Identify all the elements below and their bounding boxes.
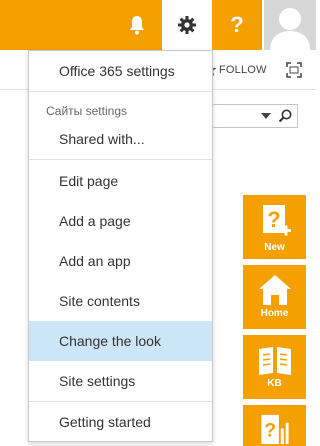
suite-bar: ? xyxy=(0,0,316,50)
search-scope-dropdown[interactable] xyxy=(261,113,271,119)
help-button[interactable]: ? xyxy=(212,0,262,50)
tile-new-label: New xyxy=(264,242,285,253)
menu-item-site-settings[interactable]: Site settings xyxy=(29,361,212,401)
menu-item-site-contents[interactable]: Site contents xyxy=(29,281,212,321)
menu-item-add-page[interactable]: Add a page xyxy=(29,201,212,241)
help-icon: ? xyxy=(230,12,244,37)
menu-item-label: Site contents xyxy=(59,293,140,309)
tile-stats[interactable]: ? xyxy=(243,405,306,446)
book-icon xyxy=(258,347,291,375)
bell-icon xyxy=(130,16,144,35)
new-question-icon: ? xyxy=(262,205,291,236)
follow-button[interactable]: FOLLOW xyxy=(204,64,267,76)
question-stats-icon: ? xyxy=(260,414,289,445)
search-input[interactable] xyxy=(200,104,298,128)
tile-home-label: Home xyxy=(260,308,289,319)
settings-menu: Office 365 settings Сайты settings Share… xyxy=(28,50,213,442)
menu-item-label: Change the look xyxy=(59,333,161,349)
tile-kb[interactable]: KB xyxy=(243,335,306,399)
follow-label: FOLLOW xyxy=(219,64,267,76)
menu-item-label: Office 365 settings xyxy=(59,63,175,79)
menu-item-shared-with[interactable]: Shared with... xyxy=(29,119,212,159)
home-icon xyxy=(258,275,291,305)
menu-item-add-app[interactable]: Add an app xyxy=(29,241,212,281)
suite-bar-background xyxy=(0,0,112,50)
tile-new[interactable]: ? New xyxy=(243,195,306,259)
menu-section-header: Сайты settings xyxy=(46,104,127,118)
search-icon[interactable] xyxy=(277,108,293,124)
menu-item-label: Shared with... xyxy=(59,131,145,147)
menu-item-getting-started[interactable]: Getting started xyxy=(29,402,212,442)
tile-kb-label: KB xyxy=(267,378,282,389)
focus-icon xyxy=(286,62,302,78)
menu-item-change-the-look[interactable]: Change the look xyxy=(29,321,212,361)
menu-item-label: Add an app xyxy=(59,253,131,269)
tile-home[interactable]: Home xyxy=(243,265,306,329)
menu-item-label: Add a page xyxy=(59,213,131,229)
focus-on-content-button[interactable] xyxy=(286,62,302,78)
menu-item-label: Edit page xyxy=(59,173,119,189)
menu-item-label: Site settings xyxy=(59,373,136,389)
settings-button[interactable] xyxy=(162,0,212,50)
gear-icon xyxy=(178,16,196,34)
svg-text:?: ? xyxy=(267,207,280,232)
user-avatar[interactable] xyxy=(264,0,316,50)
menu-divider xyxy=(29,91,212,92)
menu-divider xyxy=(29,159,212,160)
menu-item-office365-settings[interactable]: Office 365 settings xyxy=(29,51,212,91)
avatar-icon xyxy=(270,8,310,50)
notifications-button[interactable] xyxy=(112,0,162,50)
menu-item-label: Getting started xyxy=(59,414,151,430)
svg-text:?: ? xyxy=(264,419,276,441)
menu-item-edit-page[interactable]: Edit page xyxy=(29,161,212,201)
